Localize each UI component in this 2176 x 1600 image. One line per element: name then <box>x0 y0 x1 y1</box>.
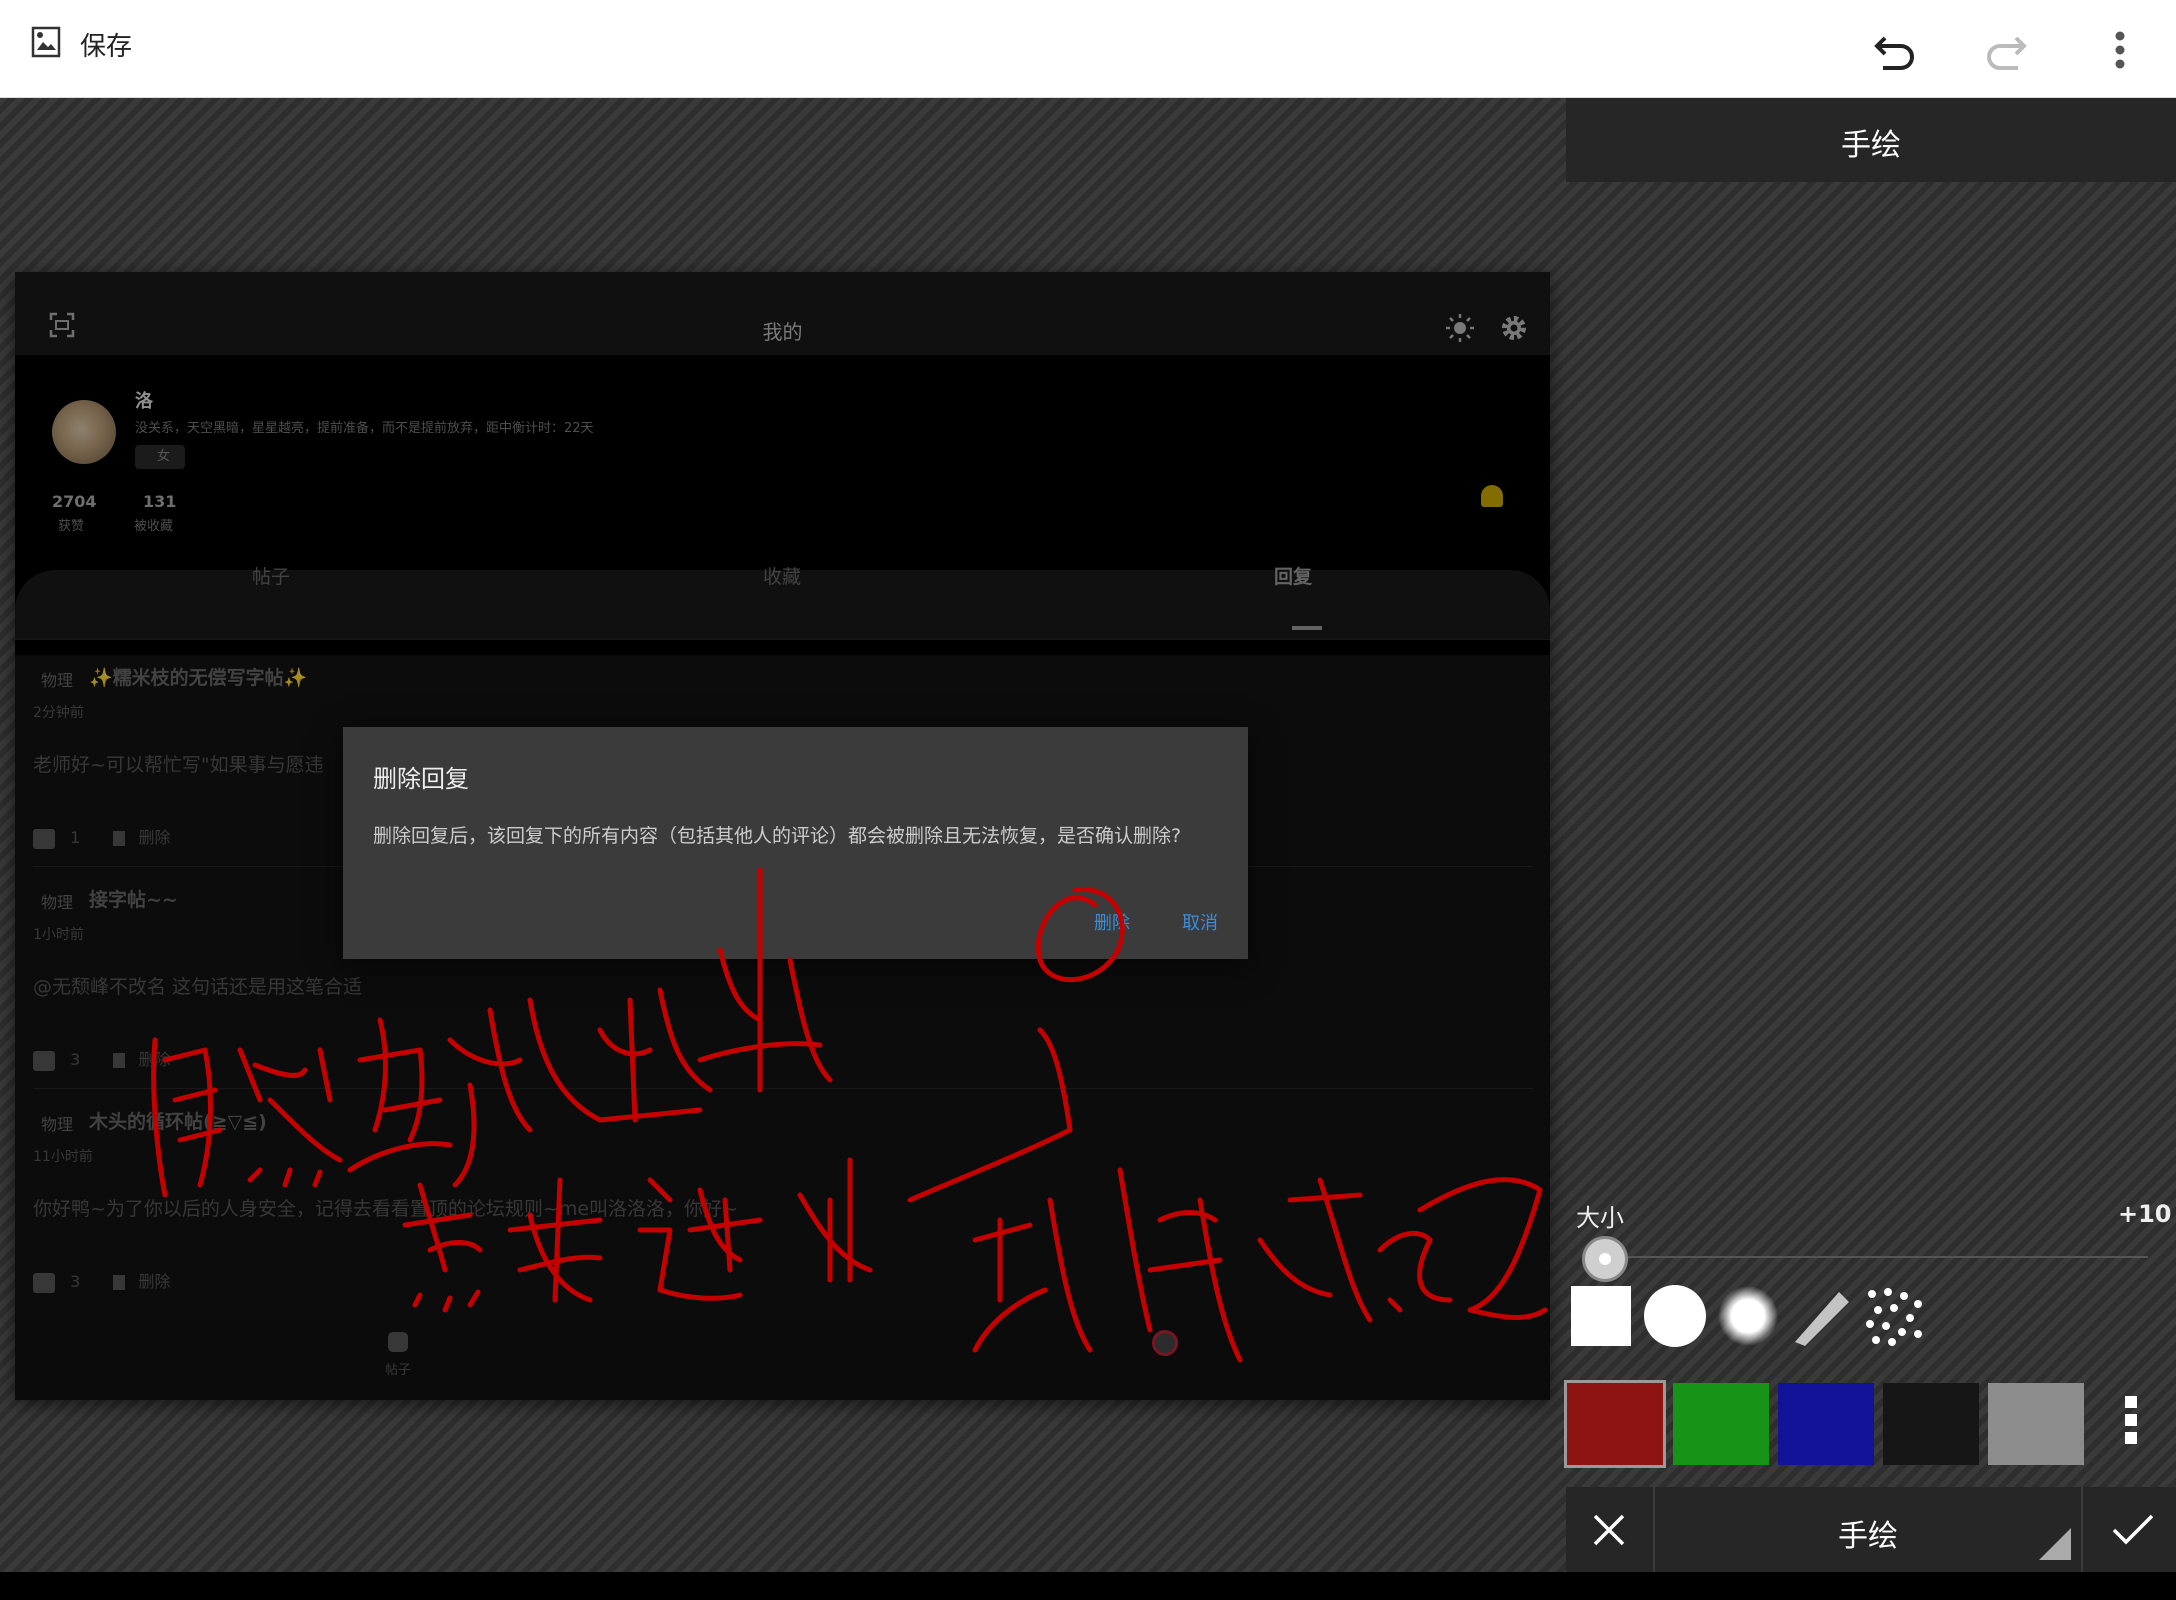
dialog-cancel-button[interactable]: 取消 <box>1182 909 1218 935</box>
round-brush-icon <box>1644 1285 1706 1347</box>
edited-image[interactable]: 我的 洛 没关系，天空黑暗，星星越亮，提前准备，而不是提前放弃，距中衡计时：22… <box>15 272 1550 1400</box>
marker-brush-icon <box>1795 1292 1849 1346</box>
round-brush-button[interactable] <box>1643 1284 1707 1348</box>
dialog-confirm-button[interactable]: 删除 <box>1094 909 1130 935</box>
delete-reply-dialog: 删除回复 删除回复后，该回复下的所有内容（包括其他人的评论）都会被删除且无法恢复… <box>343 727 1248 959</box>
more-button[interactable] <box>2092 22 2148 78</box>
soft-brush-icon <box>1718 1286 1778 1346</box>
more-colors-button[interactable] <box>2112 1396 2150 1454</box>
dialog-message: 删除回复后，该回复下的所有内容（包括其他人的评论）都会被删除且无法恢复，是否确认… <box>373 825 1182 847</box>
soft-brush-button[interactable] <box>1716 1284 1780 1348</box>
tool-mode-label: 手绘 <box>1838 1519 1898 1554</box>
spray-brush-button[interactable] <box>1862 1284 1926 1348</box>
tool-mode-selector[interactable]: 手绘 <box>1653 1487 2083 1572</box>
color-swatch-red[interactable] <box>1564 1380 1666 1468</box>
save-label[interactable]: 保存 <box>80 26 132 63</box>
more-colors-icon <box>2125 1396 2137 1408</box>
marker-brush-button[interactable] <box>1789 1284 1853 1348</box>
panel-title: 手绘 <box>1841 128 1901 163</box>
dialog-title: 删除回复 <box>373 765 469 793</box>
size-slider-knob[interactable] <box>1582 1236 1628 1282</box>
check-icon <box>2112 1514 2154 1544</box>
app-bar: 保存 <box>0 0 2176 98</box>
apply-button[interactable] <box>2090 1487 2176 1572</box>
spray-brush-icon <box>1866 1288 1922 1346</box>
redo-button[interactable] <box>1978 22 2034 78</box>
size-label: 大小 <box>1576 1204 1624 1232</box>
cancel-button[interactable] <box>1566 1487 1651 1572</box>
panel-header: 手绘 <box>1566 98 2176 182</box>
dropdown-corner-icon <box>2039 1528 2071 1560</box>
undo-icon <box>1874 36 1914 70</box>
color-swatch-black[interactable] <box>1883 1383 1979 1465</box>
undo-button[interactable] <box>1867 22 1923 78</box>
color-swatch-green[interactable] <box>1673 1383 1769 1465</box>
redo-icon <box>1987 36 2027 70</box>
more-vert-icon <box>2115 31 2125 69</box>
square-brush-button[interactable] <box>1569 1284 1633 1348</box>
size-value: +10 <box>2118 1200 2172 1228</box>
color-swatch-blue[interactable] <box>1778 1383 1874 1465</box>
square-brush-icon <box>1571 1286 1631 1346</box>
close-icon <box>1593 1514 1624 1545</box>
size-slider-track[interactable] <box>1606 1256 2148 1258</box>
color-swatch-gray[interactable] <box>1988 1383 2084 1465</box>
image-save-icon[interactable] <box>28 24 64 60</box>
